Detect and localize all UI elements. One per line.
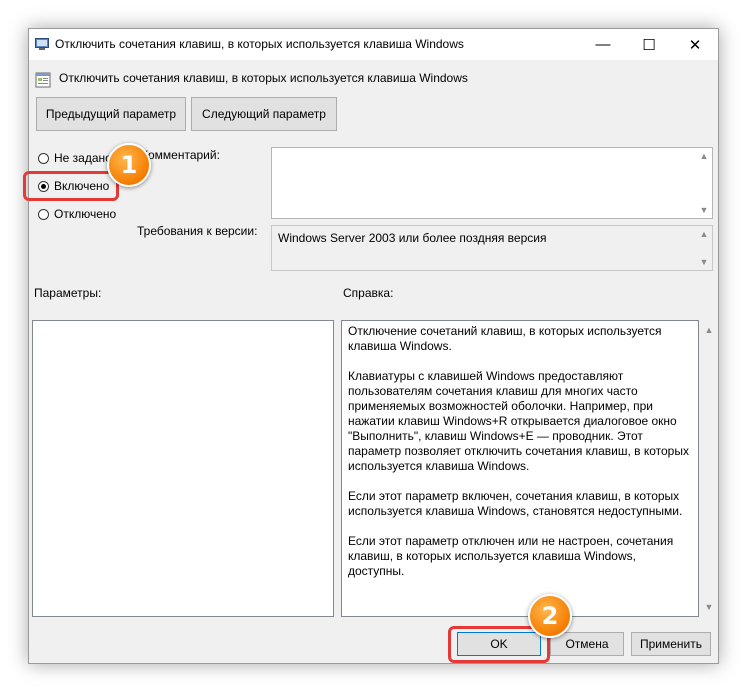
enabled-option-highlight [23, 171, 119, 201]
comment-field[interactable]: ▲ ▼ [271, 147, 713, 219]
title-bar[interactable]: Отключить сочетания клавиш, в которых ис… [29, 29, 718, 60]
policy-dialog: Отключить сочетания клавиш, в которых ис… [28, 28, 719, 664]
radio-not-configured[interactable]: Не задано [38, 150, 112, 166]
help-label: Справка: [343, 286, 394, 300]
radio-label: Не задано [54, 151, 112, 165]
supported-on-value: Windows Server 2003 или более поздняя ве… [278, 231, 547, 245]
help-paragraph: Если этот параметр включен, сочетания кл… [348, 489, 683, 518]
step-2-badge: 2 [528, 594, 572, 638]
policy-setting-icon [35, 72, 51, 88]
options-label: Параметры: [34, 286, 102, 300]
supported-on-label: Требования к версии: [137, 224, 258, 238]
radio-label: Отключено [54, 207, 117, 221]
window-title: Отключить сочетания клавиш, в которых ис… [55, 37, 464, 51]
help-paragraph: Отключение сочетаний клавиш, в которых и… [348, 324, 662, 353]
next-setting-button[interactable]: Следующий параметр [191, 97, 337, 131]
radio-button-icon[interactable] [38, 208, 49, 220]
close-button[interactable]: ✕ [672, 29, 718, 60]
previous-setting-button[interactable]: Предыдущий параметр [36, 97, 186, 131]
help-paragraph: Если этот параметр отключен или не настр… [348, 534, 674, 578]
comment-label: Комментарий: [141, 148, 220, 162]
cancel-button[interactable]: Отмена [550, 632, 624, 656]
radio-disabled[interactable]: Отключено [38, 206, 116, 222]
scroll-down-icon[interactable]: ▼ [698, 204, 710, 216]
radio-button-icon[interactable] [38, 152, 49, 164]
supported-on-field: Windows Server 2003 или более поздняя ве… [271, 225, 713, 271]
scroll-down-icon[interactable]: ▼ [703, 601, 715, 613]
scroll-down-icon[interactable]: ▼ [698, 256, 710, 268]
policy-app-icon [35, 38, 49, 50]
setting-title: Отключить сочетания клавиш, в которых ис… [59, 71, 468, 85]
options-panel [32, 320, 334, 617]
step-1-badge: 1 [107, 143, 151, 187]
scroll-up-icon[interactable]: ▲ [698, 228, 710, 240]
help-paragraph: Клавиатуры с клавишей Windows предоставл… [348, 369, 689, 473]
scroll-up-icon[interactable]: ▲ [698, 150, 710, 162]
apply-button[interactable]: Применить [631, 632, 711, 656]
help-panel: Отключение сочетаний клавиш, в которых и… [341, 320, 699, 617]
minimize-button[interactable]: — [580, 29, 626, 60]
scroll-up-icon[interactable]: ▲ [703, 324, 715, 336]
maximize-button[interactable]: ☐ [626, 29, 672, 60]
help-scrollbar[interactable]: ▲ ▼ [701, 320, 716, 617]
